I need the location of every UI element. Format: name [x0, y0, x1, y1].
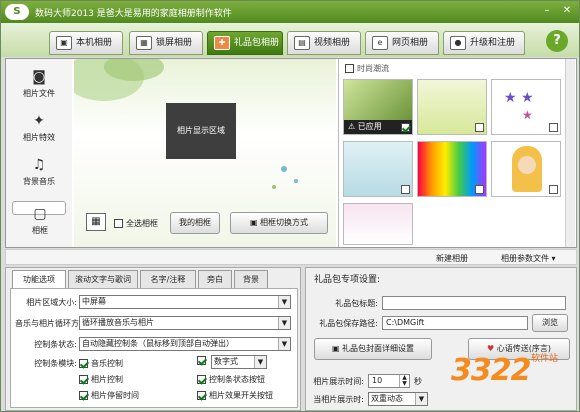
close-button[interactable]: ✕: [559, 4, 575, 18]
display-time-label: 相片展示时间:: [313, 377, 364, 386]
tab-video-album[interactable]: ▤ 视频相册: [287, 31, 361, 55]
app-logo-icon: S: [5, 4, 29, 20]
frame-thumb-blue[interactable]: [343, 141, 413, 197]
nav-photo-frame[interactable]: ▢ 相框: [12, 201, 66, 235]
window-title: 数码大师2013 是爸大是易用的家庭相册制作软件: [35, 9, 232, 19]
chevron-down-icon: ▼: [278, 338, 290, 350]
spinner-icon[interactable]: ▲ ▼: [399, 375, 409, 387]
tab-web-album[interactable]: e 网页相册: [365, 31, 439, 55]
frame-switch-mode-button[interactable]: ▣ 相框切换方式: [230, 212, 328, 234]
frame-switch-icon: ▣: [249, 218, 261, 227]
gift-title-input[interactable]: [382, 296, 566, 310]
music-loop-label: 音乐与相片循环方案:: [15, 319, 90, 328]
sparkle-icon: ✦: [33, 113, 45, 129]
tab-scroll-text-lyrics[interactable]: 滚动文字与歌词: [68, 270, 138, 288]
browse-button[interactable]: 浏览: [532, 314, 568, 332]
photo-area-select[interactable]: 中屏幕 ▼: [79, 295, 291, 309]
save-path-label: 礼品包保存路径:: [319, 319, 378, 328]
frame-gallery: 时尚潮流 ⚠ 已应用 ★ ★ ★: [338, 59, 576, 247]
control-bar-select[interactable]: 自动隐藏控制条（鼠标移到顶部自动弹出） ▼: [79, 337, 291, 351]
film-icon: ▤: [294, 35, 310, 50]
chevron-down-icon: ▼: [415, 393, 427, 405]
display-time-input[interactable]: 10 ▲ ▼: [368, 374, 410, 388]
function-options-panel: 相片区域大小: 中屏幕 ▼ 音乐与相片循环方案: 循环播放音乐与相片 ▼ 控制条状态…: [10, 288, 298, 408]
display-mode-select[interactable]: 双重动态 ▼: [368, 392, 428, 406]
frame-thumb-green[interactable]: ⚠ 已应用: [343, 79, 413, 135]
display-mode-label: 当相片展示时:: [313, 395, 364, 404]
app-window: S 数码大师2013 是爸大是易用的家庭相册制作软件 – ✕ ▣ 本机相册 ▦ 锁屏…: [0, 0, 580, 412]
camera-icon: ◙: [32, 69, 46, 85]
tab-local-album[interactable]: ▣ 本机相册: [49, 31, 123, 55]
chevron-down-icon: ▼: [278, 317, 290, 329]
music-control-checkbox[interactable]: 音乐控制: [79, 358, 123, 369]
digital-style-checkbox[interactable]: [197, 356, 209, 365]
display-time-unit: 秒: [414, 377, 422, 386]
control-modules-label: 控制条模块:: [34, 359, 77, 368]
lock-screen-icon: ▦: [136, 35, 152, 50]
chevron-down-icon: ▼: [278, 296, 290, 308]
album-params-button[interactable]: 相册参数文件 ▾: [501, 253, 556, 264]
tab-function-options[interactable]: 功能选项: [12, 270, 66, 290]
nav-photo-files[interactable]: ◙ 相片文件: [12, 65, 66, 103]
web-icon: e: [372, 35, 388, 50]
site-watermark: 3322 软件站: [451, 353, 559, 388]
help-button[interactable]: ?: [546, 30, 568, 52]
photo-album-icon: ▣: [56, 35, 72, 50]
tab-narration[interactable]: 旁白: [198, 270, 232, 288]
frame-thumb-yellow[interactable]: [417, 79, 487, 135]
music-icon: ♫: [32, 157, 46, 173]
gift-icon: ✚: [214, 35, 230, 50]
gift-settings-title: 礼品包专项设置:: [314, 275, 381, 285]
my-frames-button[interactable]: 我的相框: [170, 212, 220, 234]
options-panel: 功能选项 滚动文字与歌词 名字/注释 旁白 背景 相片区域大小: 中屏幕 ▼ 音乐…: [5, 267, 301, 411]
save-path-input[interactable]: C:\DMGift: [382, 316, 528, 330]
tab-upgrade-register[interactable]: ● 升级和注册: [443, 31, 525, 55]
title-bar: S 数码大师2013 是爸大是易用的家庭相册制作软件 – ✕: [1, 1, 579, 23]
music-loop-select[interactable]: 循环播放音乐与相片 ▼: [79, 316, 291, 330]
frame-icon: ▢: [33, 206, 47, 222]
nav-background-music[interactable]: ♫ 背景音乐: [12, 153, 66, 191]
frame-thumb-cartoon[interactable]: [491, 141, 561, 197]
control-bar-buttons-checkbox[interactable]: 控制条状态按钮: [197, 374, 265, 385]
tab-background[interactable]: 背景: [234, 270, 268, 288]
frame-thumb-stars[interactable]: ★ ★ ★: [491, 79, 561, 135]
gift-cover-settings-button[interactable]: ▣ 礼品包封面详细设置: [314, 338, 432, 360]
upgrade-icon: ●: [450, 35, 466, 50]
select-all-frames-checkbox[interactable]: 全选相框: [114, 218, 158, 229]
image-icon: ▦: [86, 213, 106, 231]
frame-toolbar: ▦ 全选相框 我的相框 ▣ 相框切换方式: [74, 207, 336, 247]
photo-pause-time-checkbox[interactable]: 相片停留时间: [79, 390, 139, 401]
album-strip: 新建相册 相册参数文件 ▾: [5, 249, 577, 265]
frame-thumb-rainbow[interactable]: [417, 141, 487, 197]
photo-control-checkbox[interactable]: 相片控制: [79, 374, 123, 385]
minimize-button[interactable]: –: [539, 4, 555, 18]
nav-photo-effects[interactable]: ✦ 相片特效: [12, 109, 66, 147]
photo-area-label: 相片区域大小:: [26, 298, 77, 307]
gift-box-icon: ▣: [331, 344, 343, 353]
tab-name-notes[interactable]: 名字/注释: [140, 270, 196, 288]
gallery-scrollbar[interactable]: [565, 59, 575, 247]
new-album-button[interactable]: 新建相册: [436, 253, 468, 264]
photo-display-placeholder: 相片显示区域: [166, 103, 236, 159]
control-bar-label: 控制条状态:: [34, 340, 77, 349]
digital-style-select[interactable]: 数字式 ▼: [211, 355, 267, 369]
main-panel: ◙ 相片文件 ✦ 相片特效 ♫ 背景音乐 ▢ 相框 相片显示区域 ▦ 全选相框 我的相框…: [5, 58, 577, 248]
tab-gift-album[interactable]: ✚ 礼品包相册: [207, 31, 283, 55]
gift-title-label: 礼品包标题:: [335, 299, 378, 308]
left-nav: ◙ 相片文件 ✦ 相片特效 ♫ 背景音乐 ▢ 相框: [6, 59, 72, 247]
chevron-down-icon: ▼: [254, 356, 266, 368]
photo-effect-switch-checkbox[interactable]: 相片效果开关按钮: [197, 390, 273, 401]
frame-thumb-pink[interactable]: [343, 203, 413, 245]
tab-lock-screen-album[interactable]: ▦ 锁屏相册: [129, 31, 203, 55]
gallery-category-checkbox[interactable]: 时尚潮流: [345, 63, 389, 74]
